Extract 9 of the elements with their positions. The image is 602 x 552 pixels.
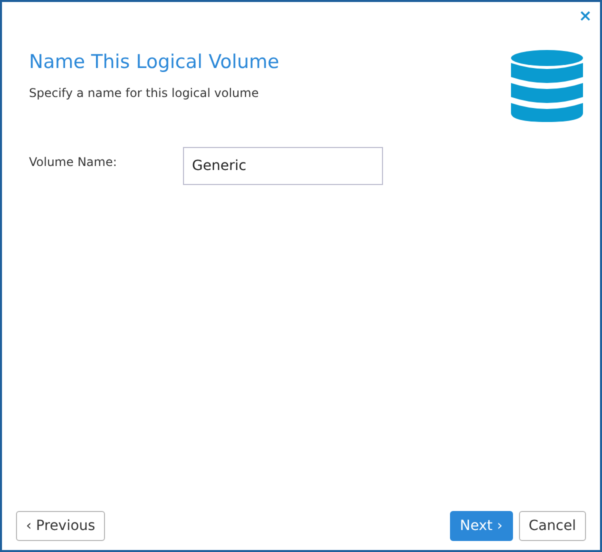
dialog-title: Name This Logical Volume: [29, 50, 280, 75]
volume-name-field[interactable]: Generic: [183, 147, 383, 185]
close-button[interactable]: ×: [578, 6, 592, 26]
dialog-button[interactable]: Cancel: [518, 511, 586, 541]
next-button[interactable]: Next ›: [450, 511, 513, 541]
dialog-button[interactable]: ‹ Previous: [16, 511, 106, 541]
database-icon: [510, 49, 584, 123]
dialog-subtitle: Specify a name for this logical volume: [29, 84, 260, 102]
field-label: Volume Name:: [29, 154, 118, 171]
